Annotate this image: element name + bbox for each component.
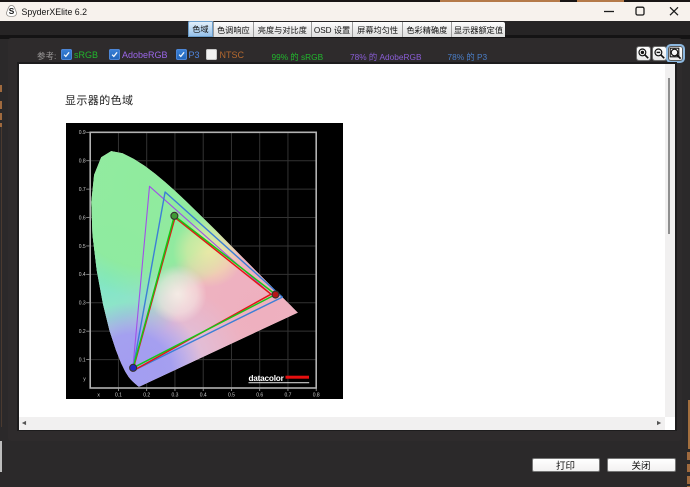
svg-text:0.4: 0.4	[79, 272, 86, 278]
zoom-fit-icon	[669, 47, 681, 60]
zoom-in-icon	[638, 48, 649, 59]
zoom-fit-button[interactable]	[668, 47, 682, 60]
minimize-button[interactable]	[594, 1, 624, 21]
scroll-right-arrow-icon[interactable]: ►	[656, 420, 663, 427]
svg-text:0.7: 0.7	[79, 187, 86, 193]
svg-text:0.2: 0.2	[79, 329, 86, 335]
title-bar: S SpyderXElite 6.2	[0, 1, 690, 21]
zoom-out-icon	[654, 48, 665, 59]
checkbox-label-adobergb: AdobeRGB	[122, 50, 168, 60]
gamut-chart: 0.1 0.2 0.3 0.4 0.5 0.6 0.7 0.8 0.9 y 0.1 0.2 0.3 0.4…	[66, 123, 343, 399]
checkbox-ntsc[interactable]	[205, 49, 217, 60]
svg-text:0.7: 0.7	[284, 393, 291, 399]
cie-diagram-svg: 0.1 0.2 0.3 0.4 0.5 0.6 0.7 0.8 0.9 y 0.1 0.2 0.3 0.4…	[79, 130, 320, 399]
svg-text:0.5: 0.5	[79, 244, 86, 250]
svg-text:0.6: 0.6	[79, 215, 86, 221]
tab-6[interactable]: 色彩精确度	[402, 22, 452, 37]
svg-text:0.1: 0.1	[79, 357, 86, 363]
screen-edge-artifact	[440, 0, 560, 2]
svg-text:0.5: 0.5	[228, 393, 235, 399]
checkbox-adobergb[interactable]	[109, 49, 120, 60]
screen-edge-artifact	[0, 101, 2, 109]
screen-edge-artifact	[687, 464, 690, 472]
svg-text:0.2: 0.2	[143, 393, 150, 399]
svg-text:0.3: 0.3	[171, 393, 178, 399]
tab-1[interactable]: 色域	[188, 21, 214, 37]
app-logo-icon: S	[6, 4, 17, 17]
scrollbar-corner	[664, 417, 675, 430]
tab-2[interactable]: 色调响应	[213, 22, 254, 37]
svg-text:0.9: 0.9	[79, 130, 86, 136]
svg-text:0.3: 0.3	[79, 301, 86, 307]
tab-bar: 色域 色调响应 亮度与对比度 OSD 设置 屏幕均匀性 色彩精确度 显示器额定值	[188, 21, 506, 37]
screen-edge-artifact	[687, 476, 690, 484]
page-title: 显示器的色域	[65, 94, 134, 107]
print-button[interactable]: 打印	[531, 457, 600, 472]
scroll-left-arrow-icon[interactable]: ◄	[21, 420, 28, 427]
screen-edge-artifact	[0, 113, 2, 120]
screen-edge-artifact	[0, 127, 2, 427]
coverage-result-1: 99% 的 sRGB	[271, 51, 324, 62]
tab-5[interactable]: 屏幕均匀性	[353, 22, 403, 37]
checkbox-label-ntsc: NTSC	[219, 50, 245, 60]
horizontal-scrollbar[interactable]: ◄ ►	[18, 417, 665, 430]
window-title: SpyderXElite 6.2	[21, 6, 88, 17]
report-page: 显示器的色域 0.1 0.2 0.3 0.4 0.5 0.6 0.7 0.8 0.9 y 0.1 0.…	[18, 63, 665, 417]
svg-text:0.8: 0.8	[79, 159, 86, 165]
svg-text:datacolor: datacolor	[249, 374, 285, 383]
tab-7[interactable]: 显示器额定值	[451, 22, 506, 37]
svg-text:0.8: 0.8	[313, 393, 320, 399]
zoom-in-button[interactable]	[637, 47, 650, 60]
check-icon	[111, 51, 118, 58]
check-icon	[178, 51, 185, 58]
check-icon	[63, 51, 70, 58]
tab-3[interactable]: 亮度与对比度	[253, 22, 312, 37]
screen-edge-artifact	[687, 452, 690, 460]
reference-label: 参考:	[37, 51, 57, 61]
screen-edge-artifact	[0, 441, 2, 472]
checkbox-label-srgb: sRGB	[74, 50, 99, 60]
vertical-scrollbar-thumb[interactable]	[667, 77, 670, 234]
datacolor-logo: datacolor	[248, 374, 310, 384]
zoom-out-button[interactable]	[653, 47, 666, 60]
report-page-frame: 显示器的色域 0.1 0.2 0.3 0.4 0.5 0.6 0.7 0.8 0.9 y 0.1 0.…	[17, 62, 677, 431]
close-dialog-button[interactable]: 关闭	[606, 457, 676, 472]
coverage-result-2: 78% 的 AdobeRGB	[350, 51, 422, 62]
red-primary-marker	[271, 290, 280, 299]
vertical-scrollbar[interactable]	[664, 63, 675, 430]
close-button[interactable]	[659, 1, 689, 21]
checkbox-srgb[interactable]	[61, 49, 72, 60]
svg-text:0.4: 0.4	[200, 393, 207, 399]
blue-primary-marker	[129, 363, 138, 372]
tab-4[interactable]: OSD 设置	[311, 22, 354, 37]
green-primary-marker	[170, 211, 179, 220]
svg-text:y: y	[83, 376, 86, 382]
maximize-button[interactable]	[625, 1, 655, 21]
svg-text:S: S	[9, 7, 15, 16]
footer-bar: 打印 关闭	[0, 441, 690, 487]
checkbox-p3[interactable]	[175, 49, 187, 60]
svg-text:0.6: 0.6	[256, 393, 263, 399]
app-window: S SpyderXElite 6.2 色域 色调响应 亮度与对比度 OSD 设置 屏幕均…	[0, 0, 690, 487]
svg-text:x: x	[97, 393, 100, 399]
screen-edge-artifact	[577, 0, 624, 2]
screen-edge-artifact	[0, 85, 2, 92]
checkbox-label-p3: P3	[188, 50, 200, 60]
coverage-result-3: 78% 的 P3	[447, 51, 488, 62]
svg-text:0.1: 0.1	[115, 393, 122, 399]
